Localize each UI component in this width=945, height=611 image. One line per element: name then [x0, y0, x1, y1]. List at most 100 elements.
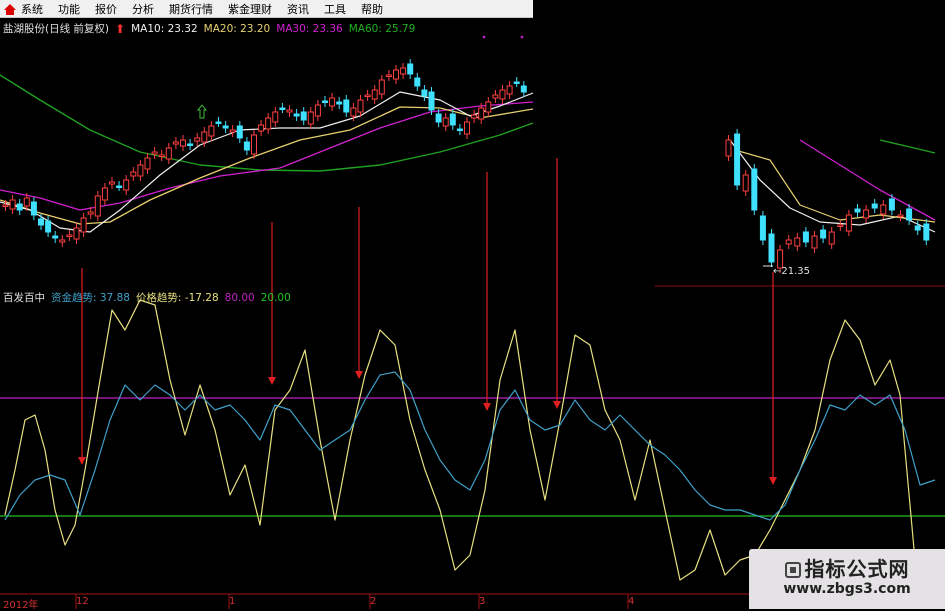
candle-body: [435, 113, 442, 123]
candlestick: [734, 129, 741, 190]
candlestick: [854, 204, 861, 217]
candlestick: [251, 130, 257, 159]
candle-body: [520, 85, 527, 93]
candle-body: [456, 128, 463, 131]
candle-body: [9, 199, 16, 210]
app-logo-icon[interactable]: [3, 2, 17, 16]
candlestick: [279, 103, 286, 113]
candlestick: [820, 225, 827, 243]
menu-item-tools[interactable]: 工具: [324, 1, 346, 17]
ma60-line: [879, 139, 936, 154]
candlestick: [322, 96, 328, 107]
candle-body: [172, 141, 179, 145]
stock-title: 盐湖股份(日线 前复权): [3, 23, 110, 35]
candle-body: [279, 107, 286, 110]
candle-body: [80, 217, 87, 233]
candlestick: [137, 160, 144, 181]
candle-body: [165, 147, 172, 160]
arrow-up-icon: ⬆: [115, 21, 126, 36]
candlestick: [378, 75, 385, 99]
candle-body: [759, 215, 766, 241]
date-tick: 2: [370, 596, 377, 607]
candle-body: [785, 239, 792, 245]
candle-body: [52, 235, 59, 239]
candle-body: [357, 99, 364, 113]
candlestick: [30, 197, 37, 220]
candle-body: [73, 227, 80, 240]
menu-item-finance[interactable]: 紫金理财: [228, 1, 272, 17]
candle-body: [222, 125, 229, 129]
menu-item-system[interactable]: 系统: [21, 1, 43, 17]
menu-item-news[interactable]: 资讯: [287, 1, 309, 17]
ma20-line: [734, 149, 936, 223]
candlestick: [80, 213, 87, 237]
price-markers: [196, 35, 773, 267]
candlestick: [871, 199, 878, 213]
candlestick: [485, 97, 492, 117]
candle-body: [485, 101, 492, 113]
candle-body: [888, 198, 895, 211]
menu-item-help[interactable]: 帮助: [361, 1, 383, 17]
candle-body: [499, 89, 506, 100]
candlestick: [52, 231, 59, 243]
menu-item-function[interactable]: 功能: [58, 1, 80, 17]
candle-body: [208, 125, 215, 137]
candle-body: [336, 101, 343, 105]
candlestick: [923, 219, 930, 245]
candle-body: [923, 223, 930, 241]
candle-body: [845, 214, 852, 232]
candlestick: [897, 210, 904, 221]
candle-body: [811, 235, 818, 249]
candlestick: [286, 105, 293, 117]
candle-body: [343, 99, 350, 113]
candle-body: [802, 231, 809, 243]
candlestick: [520, 81, 527, 97]
candle-body: [23, 197, 30, 207]
candlestick: [742, 170, 749, 196]
candlestick: [751, 164, 758, 215]
candle-body: [464, 121, 470, 135]
candlestick: [215, 117, 222, 127]
candle-body: [506, 85, 513, 95]
candlestick: [116, 181, 123, 191]
signal-arrow-head: [483, 403, 491, 411]
candle-body: [94, 195, 101, 217]
low-price-value: 21.35: [781, 266, 811, 277]
candle-body: [137, 164, 144, 177]
candlestick: [492, 90, 499, 103]
candle-body: [16, 203, 23, 211]
candlestick: [837, 220, 844, 231]
candle-body: [794, 237, 801, 247]
candle-body: [371, 89, 378, 100]
candle-body: [385, 74, 392, 77]
candle-body: [187, 143, 194, 146]
candlestick: [343, 95, 350, 117]
candlesticks: [2, 59, 930, 273]
candle-body: [215, 121, 222, 124]
menu-item-quote[interactable]: 报价: [95, 1, 117, 17]
watermark: 指标公式网 www.zbgs3.com: [749, 549, 945, 609]
candle-body: [144, 157, 151, 170]
candlestick: [158, 150, 165, 161]
candle-body: [45, 220, 52, 233]
candle-body: [421, 89, 428, 97]
candle-body: [393, 69, 399, 80]
menu-item-analysis[interactable]: 分析: [132, 1, 154, 17]
candle-body: [897, 214, 904, 217]
candlestick: [329, 93, 336, 111]
candle-body: [828, 231, 835, 245]
candle-body: [265, 117, 272, 130]
candlestick: [243, 137, 250, 155]
menu-item-futures[interactable]: 期货行情: [169, 1, 213, 17]
candle-body: [407, 63, 414, 75]
candlestick: [471, 110, 478, 123]
fund-trend-line: [4, 371, 936, 521]
candle-body: [854, 208, 861, 213]
candle-body: [243, 141, 250, 151]
ma20-label: MA20: 23.20: [203, 22, 271, 35]
candlestick: [811, 231, 818, 253]
date-tick: 12: [76, 596, 89, 607]
candlestick: [336, 97, 343, 109]
candle-body: [751, 168, 758, 211]
candle-body: [906, 208, 913, 221]
